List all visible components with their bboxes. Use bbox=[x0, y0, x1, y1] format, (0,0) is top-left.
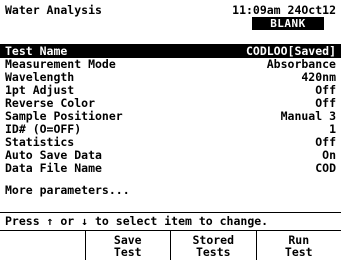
run-test-button[interactable]: Run Test bbox=[257, 231, 341, 260]
hint-divider bbox=[0, 212, 341, 213]
blank-status-badge: BLANK bbox=[252, 17, 324, 30]
instrument-screen: Water Analysis 11:09am 24Oct12 BLANK Tes… bbox=[0, 0, 341, 259]
soft-key-1[interactable] bbox=[0, 231, 86, 260]
save-test-button[interactable]: Save Test bbox=[86, 231, 172, 260]
soft-key-bar: Save Test Stored Tests Run Test bbox=[0, 230, 341, 260]
screen-title: Water Analysis bbox=[5, 4, 102, 17]
param-row-data-file-name[interactable]: Data File Name COD bbox=[5, 162, 336, 175]
param-value: COD bbox=[315, 162, 336, 175]
more-parameters-link[interactable]: More parameters... bbox=[5, 184, 130, 197]
soft-key-label-line2: Test bbox=[114, 246, 142, 258]
soft-key-label-line2: Tests bbox=[196, 246, 231, 258]
param-value: Manual 3 bbox=[281, 110, 336, 123]
navigation-hint: Press ↑ or ↓ to select item to change. bbox=[5, 215, 268, 228]
param-label: Data File Name bbox=[5, 162, 102, 175]
soft-key-label-line2: Test bbox=[285, 246, 313, 258]
date-time: 11:09am 24Oct12 bbox=[232, 4, 336, 17]
stored-tests-button[interactable]: Stored Tests bbox=[171, 231, 257, 260]
